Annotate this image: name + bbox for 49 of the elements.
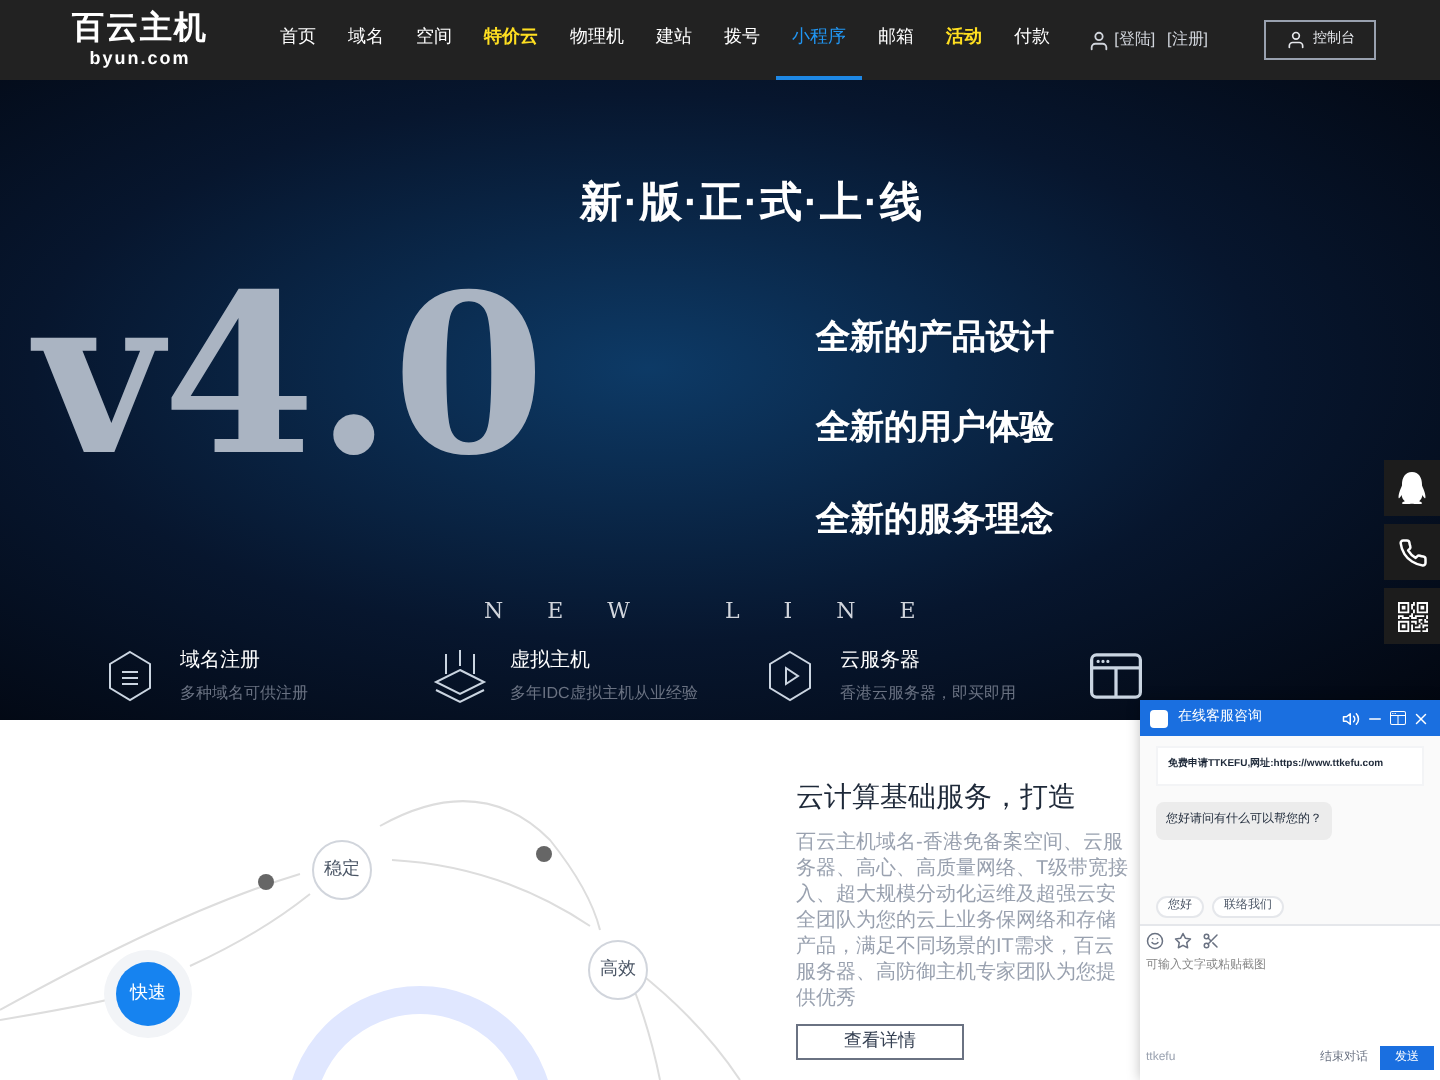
banner-subtitle: NEW LINE	[484, 596, 962, 628]
nav-link[interactable]: 拨号	[708, 0, 776, 80]
register-link[interactable]: [注册]	[1167, 28, 1208, 52]
qrcode-button[interactable]	[1384, 588, 1440, 644]
logo-text: 百云主机	[72, 11, 208, 47]
phone-icon	[1397, 537, 1427, 567]
feature-description: 多年IDC虚拟主机从业经验	[510, 681, 698, 705]
nav-link[interactable]: 域名	[332, 0, 400, 80]
banner-tagline: 全新的服务理念	[816, 497, 1054, 541]
diagram-node[interactable]: 高效	[588, 940, 648, 1000]
penguin-icon	[1396, 472, 1428, 504]
emoji-icon[interactable]	[1146, 932, 1164, 950]
banner-tagline: 全新的用户体验	[816, 406, 1054, 450]
qrcode-icon	[1397, 601, 1427, 631]
login-link[interactable]: [登陆]	[1114, 28, 1156, 52]
feature-description: 多种域名可供注册	[180, 681, 308, 705]
nav-link[interactable]: 邮箱	[862, 0, 930, 80]
phone-button[interactable]	[1384, 524, 1440, 580]
nav-link[interactable]: 付款	[998, 0, 1066, 80]
details-button[interactable]: 查看详情	[796, 1024, 964, 1060]
banner-tagline: 全新的产品设计	[816, 315, 1054, 359]
window-icon	[1090, 649, 1142, 701]
nav-link[interactable]: 特价云	[468, 0, 554, 80]
diagram-node[interactable]: 快速	[116, 962, 180, 1026]
close-icon[interactable]	[1412, 709, 1430, 727]
user-icon	[1285, 30, 1305, 50]
restore-icon[interactable]	[1390, 709, 1406, 725]
star-icon[interactable]	[1174, 932, 1192, 950]
version-title: v4.0	[34, 245, 546, 505]
feature-title[interactable]: 域名注册	[180, 645, 308, 675]
feature-title[interactable]: 虚拟主机	[510, 645, 698, 675]
intro-title: 云计算基础服务，打造	[796, 778, 1078, 816]
nav-link[interactable]: 物理机	[554, 0, 640, 80]
speaker-icon[interactable]	[1342, 709, 1360, 727]
banner-headline: 新·版·正·式·上·线	[580, 177, 926, 230]
nav-link[interactable]: 建站	[640, 0, 708, 80]
nav-link[interactable]: 空间	[400, 0, 468, 80]
scissors-icon[interactable]	[1202, 932, 1220, 950]
diagram-node[interactable]: 稳定	[312, 840, 372, 900]
layers-icon	[430, 645, 490, 705]
nav-link[interactable]: 首页	[264, 0, 332, 80]
qq-button[interactable]	[1384, 460, 1440, 516]
intro-paragraph: 百云主机域名-香港免备案空间、云服务器、高心、高质量网络、T级带宽接入、超大规模分动化运维及超强云安全团队为您的云上业务保网络和存储产品，满足不同场景的IT需求，百云服务器、高防御主机专家团队为您提供优秀	[796, 830, 1131, 1012]
feature-description: 香港云服务器，即买即用	[840, 681, 1016, 705]
logo-domain: byun.com	[89, 47, 191, 69]
nav-link[interactable]: 活动	[930, 0, 998, 80]
feature-title[interactable]: 云服务器	[840, 645, 1016, 675]
chat-logo-icon	[1150, 709, 1168, 727]
user-icon	[1088, 29, 1111, 51]
